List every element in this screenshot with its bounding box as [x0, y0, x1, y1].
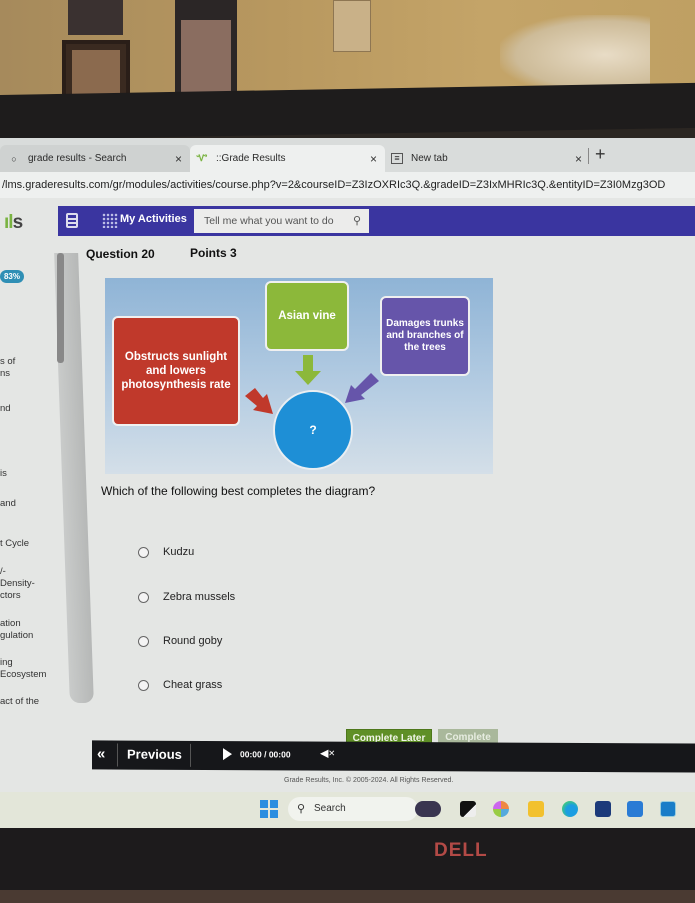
search-placeholder: Tell me what you want to do [204, 215, 334, 227]
option-label: Cheat grass [163, 679, 223, 691]
browser-tab-bar: ○ grade results - Search × Ꮙ ::Grade Res… [0, 138, 695, 172]
new-tab-button[interactable]: + [595, 144, 606, 165]
play-icon[interactable] [223, 748, 232, 761]
search-icon: ○ [11, 153, 17, 164]
mute-icon[interactable]: ◀× [320, 747, 335, 760]
dell-logo: DELL [434, 840, 488, 861]
laptop-base [0, 890, 695, 903]
diagram-unknown-organism: ? [273, 390, 353, 470]
sidebar-item[interactable]: act of the [0, 696, 39, 708]
close-tab-icon[interactable]: × [167, 152, 190, 166]
progress-badge: 83% [0, 270, 24, 283]
back-double-chevron-icon[interactable]: « [97, 745, 105, 762]
radio-button[interactable] [138, 591, 149, 603]
app-header: ılultss My Activities Tell me what you w… [0, 202, 695, 238]
store-icon[interactable] [595, 801, 611, 817]
task-view-icon[interactable] [460, 801, 476, 817]
radio-button[interactable] [138, 679, 149, 691]
copilot-icon[interactable] [493, 801, 509, 817]
background-object [500, 15, 650, 95]
activities-grid-icon [102, 213, 118, 228]
search-icon[interactable]: ⚲ [353, 209, 361, 233]
sidebar-item[interactable]: is [0, 468, 7, 480]
site-logo-icon: Ꮙ [196, 153, 208, 163]
browser-tab[interactable]: ≡ New tab × [385, 145, 590, 172]
tell-me-search-input[interactable]: Tell me what you want to do ⚲ [194, 209, 369, 233]
diagram-effect-damage: Damages trunks and branches of the trees [380, 296, 470, 376]
arrow-left-down-icon [345, 373, 379, 403]
remote-desktop-icon[interactable] [627, 801, 643, 817]
sidebar-item[interactable]: gulation [0, 630, 33, 642]
sidebar-item[interactable]: ns [0, 368, 10, 380]
diagram-effect-sunlight: Obstructs sunlight and lowers photosynth… [112, 316, 240, 426]
windows-start-icon[interactable] [260, 800, 278, 818]
copyright-text: Grade Results, Inc. © 2005-2024. All Rig… [284, 777, 454, 784]
wall-plaque [333, 0, 371, 52]
answer-option-zebra-mussels[interactable]: Zebra mussels [138, 591, 235, 603]
browser-tab-active[interactable]: Ꮙ ::Grade Results × [190, 145, 385, 172]
close-tab-icon[interactable]: × [362, 152, 385, 166]
previous-button[interactable]: Previous [127, 747, 182, 762]
file-explorer-icon[interactable] [528, 801, 544, 817]
sidebar-scrollbar-thumb[interactable] [57, 253, 64, 363]
radio-button[interactable] [138, 635, 149, 647]
new-tab-page-icon: ≡ [391, 153, 403, 164]
tab-title: ::Grade Results [216, 153, 286, 164]
tab-separator [588, 148, 589, 164]
answer-option-cheat-grass[interactable]: Cheat grass [138, 679, 222, 691]
monitor-bezel-bottom: DELL [0, 828, 695, 903]
audio-player-bar: « Previous 00:00 / 00:00 ◀× [92, 740, 695, 773]
option-label: Round goby [163, 635, 223, 647]
tab-title: grade results - Search [28, 153, 127, 164]
question-prompt: Which of the following best completes th… [101, 484, 376, 498]
divider [117, 743, 118, 767]
menu-icon[interactable] [66, 213, 78, 228]
diagram-description-asian-vine: Asian vine [265, 281, 349, 351]
sidebar-item[interactable]: Density- [0, 578, 35, 590]
my-activities-link[interactable]: My Activities [120, 213, 187, 225]
option-label: Kudzu [163, 546, 195, 558]
widget-icon[interactable] [415, 801, 441, 817]
sidebar-item[interactable]: ing [0, 657, 13, 669]
radio-button[interactable] [138, 546, 149, 558]
sidebar-item[interactable]: ation [0, 618, 21, 630]
divider [190, 743, 191, 767]
audio-time-readout: 00:00 / 00:00 [240, 749, 291, 760]
tab-title: New tab [411, 153, 448, 164]
option-label: Zebra mussels [163, 591, 236, 603]
question-points: Points 3 [190, 246, 237, 260]
sidebar-item[interactable]: t Cycle [0, 538, 29, 550]
sidebar-item[interactable]: /- [0, 566, 6, 578]
windows-taskbar: ⚲ Search [0, 792, 695, 828]
sidebar-item[interactable]: and [0, 498, 16, 510]
taskbar-search[interactable]: ⚲ Search [288, 797, 418, 821]
calculator-icon[interactable] [660, 801, 676, 817]
address-bar[interactable]: /lms.graderesults.com/gr/modules/activit… [0, 172, 695, 198]
answer-option-kudzu[interactable]: Kudzu [138, 546, 194, 558]
screen: ○ grade results - Search × Ꮙ ::Grade Res… [0, 138, 695, 828]
edge-browser-icon[interactable] [562, 801, 578, 817]
question-number: Question 20 [86, 247, 155, 261]
arrow-down-icon [295, 355, 321, 385]
app-logo[interactable]: ılultss [4, 212, 23, 234]
arrow-right-down-icon [245, 388, 273, 414]
sidebar-item[interactable]: nd [0, 403, 11, 415]
picture-frame [68, 0, 123, 35]
nav-bar: My Activities Tell me what you want to d… [58, 206, 695, 236]
browser-tab[interactable]: ○ grade results - Search × [0, 145, 190, 172]
answer-option-round-goby[interactable]: Round goby [138, 635, 222, 647]
close-tab-icon[interactable]: × [567, 152, 590, 166]
question-diagram: Obstructs sunlight and lowers photosynth… [105, 278, 493, 474]
taskbar-search-label: Search [314, 803, 346, 814]
sidebar-item[interactable]: ctors [0, 590, 21, 602]
sidebar-item[interactable]: s of [0, 356, 15, 368]
search-icon: ⚲ [297, 803, 306, 815]
sidebar-item[interactable]: Ecosystem [0, 669, 46, 681]
